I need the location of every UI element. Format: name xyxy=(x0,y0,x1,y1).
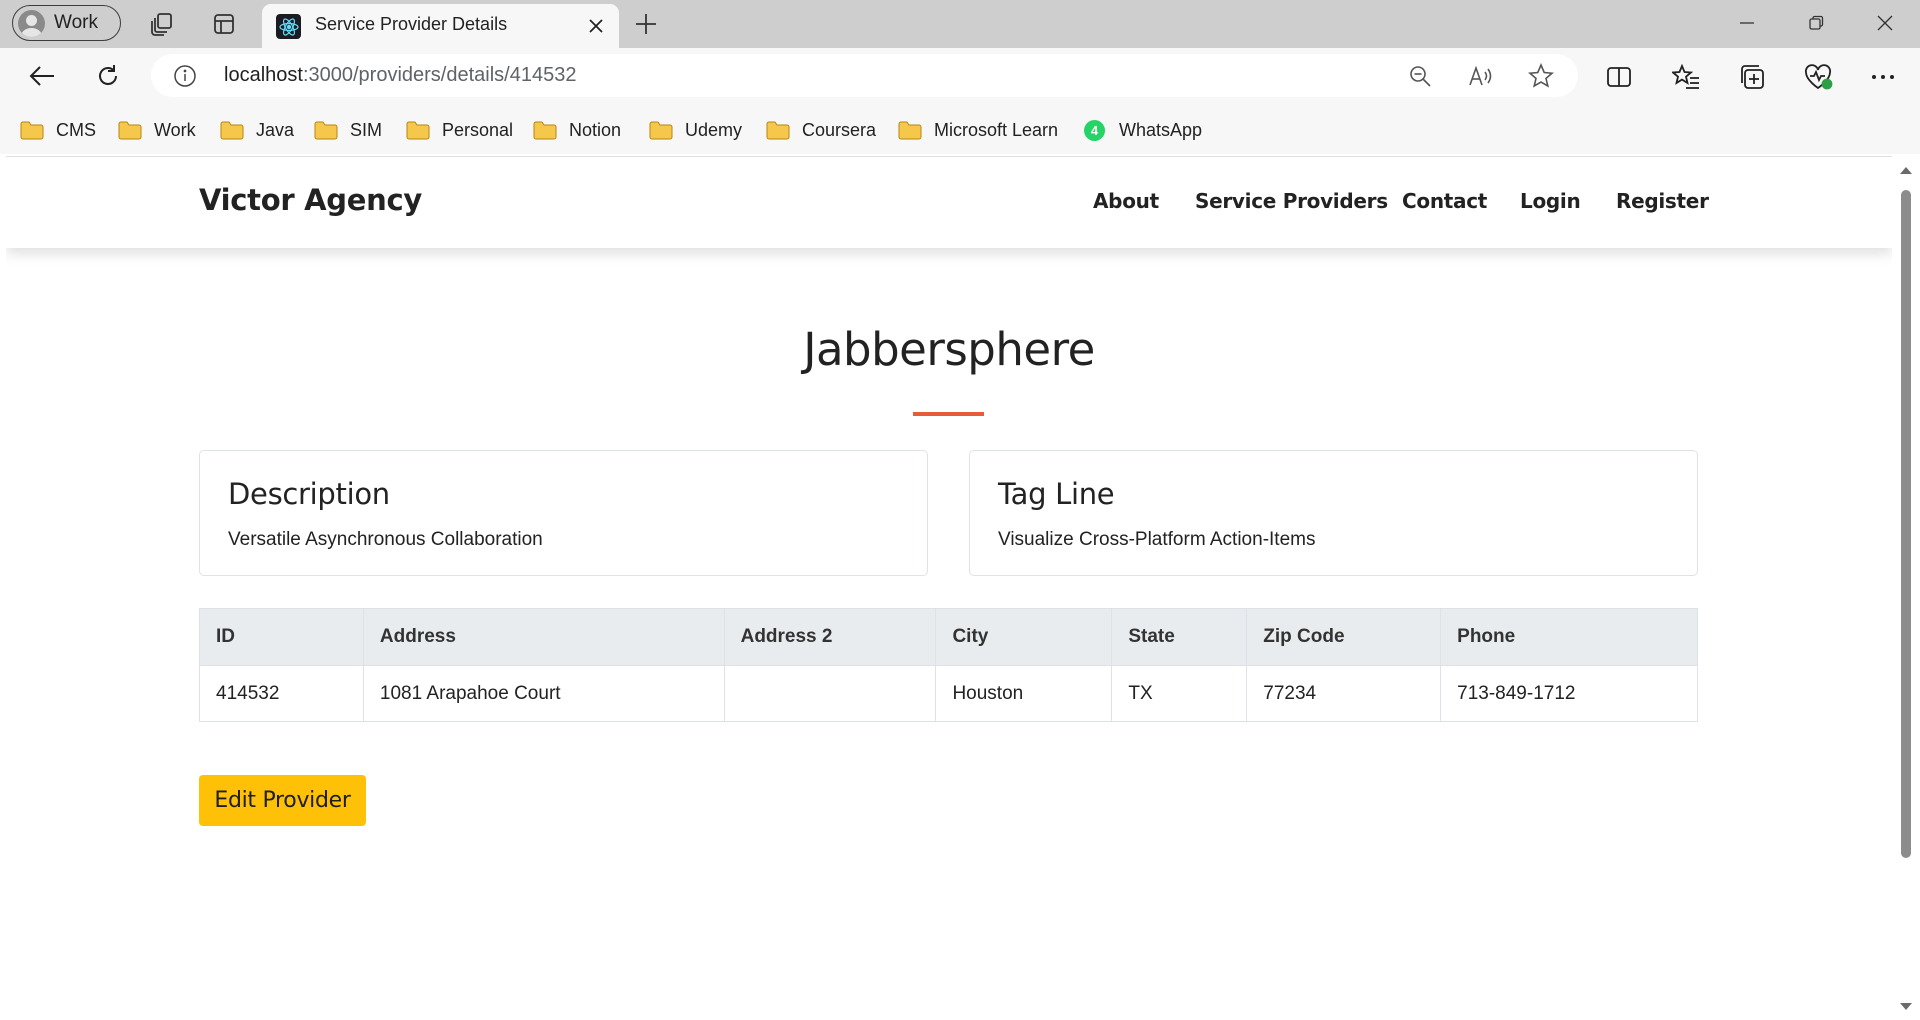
minimize-icon[interactable] xyxy=(1719,4,1775,42)
folder-icon xyxy=(118,121,142,139)
site-navbar: Victor Agency About Service Providers Co… xyxy=(6,157,1892,248)
zoom-out-icon[interactable] xyxy=(1407,63,1433,89)
profile-label: Work xyxy=(54,12,98,33)
scrollbar-thumb[interactable] xyxy=(1901,190,1911,858)
url-host: localhost xyxy=(224,64,303,86)
favorite-personal[interactable]: Personal xyxy=(406,117,513,143)
close-tab-icon[interactable] xyxy=(583,13,609,39)
favorite-sim[interactable]: SIM xyxy=(314,117,382,143)
nav-login[interactable]: Login xyxy=(1520,189,1581,213)
table-row: 414532 1081 Arapahoe Court Houston TX 77… xyxy=(199,665,1698,722)
collections-icon[interactable] xyxy=(1737,62,1767,92)
favorite-label: Work xyxy=(154,119,196,140)
tagline-card: Tag Line Visualize Cross-Platform Action… xyxy=(969,450,1698,576)
folder-icon xyxy=(766,121,790,139)
cell-id: 414532 xyxy=(199,665,364,722)
favorite-cms[interactable]: CMS xyxy=(20,117,96,143)
nav-service-providers[interactable]: Service Providers xyxy=(1195,189,1388,213)
favorite-java[interactable]: Java xyxy=(220,117,294,143)
favorite-label: WhatsApp xyxy=(1119,119,1203,140)
favorite-label: Java xyxy=(256,119,295,140)
description-card: Description Versatile Asynchronous Colla… xyxy=(199,450,928,576)
folder-icon xyxy=(314,121,338,139)
scroll-down-arrow-icon[interactable] xyxy=(1900,1003,1912,1010)
column-header-city: City xyxy=(935,608,1113,666)
page-scrollbar[interactable] xyxy=(1892,156,1920,1020)
close-window-icon[interactable] xyxy=(1857,4,1913,42)
split-screen-icon[interactable] xyxy=(1604,62,1634,92)
new-tab-icon[interactable] xyxy=(631,9,661,39)
browser-essentials-icon[interactable] xyxy=(1803,62,1833,92)
scroll-up-arrow-icon[interactable] xyxy=(1900,167,1912,174)
folder-icon xyxy=(20,121,44,139)
description-text: Versatile Asynchronous Collaboration xyxy=(228,529,543,550)
folder-icon xyxy=(898,121,922,139)
favorite-whatsapp[interactable]: 4 WhatsApp xyxy=(1084,117,1202,143)
cell-address-2 xyxy=(723,665,937,722)
tagline-title: Tag Line xyxy=(998,477,1115,511)
address-bar[interactable]: localhost:3000/providers/details/414532 xyxy=(151,54,1578,97)
cell-phone: 713-849-1712 xyxy=(1440,665,1698,722)
brand-logo[interactable]: Victor Agency xyxy=(199,183,422,217)
column-header-state: State xyxy=(1111,608,1248,666)
nav-contact[interactable]: Contact xyxy=(1402,189,1487,213)
page-viewport: Victor Agency About Service Providers Co… xyxy=(6,156,1892,1017)
browser-toolbar: localhost:3000/providers/details/414532 xyxy=(0,48,1920,104)
favorite-work[interactable]: Work xyxy=(118,117,196,143)
restore-icon[interactable] xyxy=(1788,4,1844,42)
favorites-bar: CMS Work Java SIM Personal Notion Udemy … xyxy=(0,104,1920,154)
profile-button[interactable]: Work xyxy=(12,5,121,41)
favorite-label: Notion xyxy=(569,119,622,140)
table-header-row: ID Address Address 2 City State Zip Code… xyxy=(199,608,1698,666)
url-text[interactable]: localhost:3000/providers/details/414532 xyxy=(224,64,576,87)
cell-state: TX xyxy=(1111,665,1248,722)
nav-register[interactable]: Register xyxy=(1616,189,1709,213)
tab-title: Service Provider Details xyxy=(315,14,508,34)
vertical-tabs-icon[interactable] xyxy=(210,10,238,38)
react-favicon-icon xyxy=(276,14,301,39)
favorite-microsoft-learn[interactable]: Microsoft Learn xyxy=(898,117,1058,143)
url-path: :3000/providers/details/414532 xyxy=(302,64,577,86)
edit-provider-button[interactable]: Edit Provider xyxy=(199,775,366,826)
provider-details-table: ID Address Address 2 City State Zip Code… xyxy=(199,608,1698,722)
read-aloud-icon[interactable] xyxy=(1468,63,1494,89)
nav-about[interactable]: About xyxy=(1093,189,1159,213)
column-header-address-2: Address 2 xyxy=(723,608,937,666)
cell-address: 1081 Arapahoe Court xyxy=(362,665,725,722)
more-options-icon[interactable] xyxy=(1868,62,1898,92)
favorite-label: Microsoft Learn xyxy=(934,119,1059,140)
tagline-text: Visualize Cross-Platform Action-Items xyxy=(998,529,1316,550)
favorite-coursera[interactable]: Coursera xyxy=(766,117,876,143)
column-header-id: ID xyxy=(199,608,364,666)
folder-icon xyxy=(649,121,673,139)
tab-service-provider-details[interactable]: Service Provider Details xyxy=(262,4,619,48)
column-header-address: Address xyxy=(362,608,725,666)
workspaces-icon[interactable] xyxy=(148,10,176,38)
page-title: Jabbersphere xyxy=(803,323,1095,376)
favorite-label: Udemy xyxy=(685,119,743,140)
cell-city: Houston xyxy=(935,665,1113,722)
favorite-udemy[interactable]: Udemy xyxy=(649,117,742,143)
browser-tab-strip: Work Service Provider Details xyxy=(0,0,1920,48)
back-icon[interactable] xyxy=(26,60,58,92)
refresh-icon[interactable] xyxy=(92,60,124,92)
title-underline xyxy=(913,412,984,416)
favorite-label: SIM xyxy=(350,119,383,140)
column-header-phone: Phone xyxy=(1440,608,1698,666)
column-header-zip-code: Zip Code xyxy=(1246,608,1442,666)
folder-icon xyxy=(220,121,244,139)
favorites-list-icon[interactable] xyxy=(1671,62,1701,92)
favorite-label: CMS xyxy=(56,119,96,140)
description-title: Description xyxy=(228,477,390,511)
site-info-icon[interactable] xyxy=(173,64,197,88)
folder-icon xyxy=(533,121,557,139)
folder-icon xyxy=(406,121,430,139)
whatsapp-icon: 4 xyxy=(1084,119,1105,141)
favorite-star-icon[interactable] xyxy=(1528,63,1554,89)
cell-zip-code: 77234 xyxy=(1246,665,1442,722)
avatar-icon xyxy=(18,9,45,37)
favorite-label: Personal xyxy=(442,119,514,140)
favorite-label: Coursera xyxy=(802,119,877,140)
favorite-notion[interactable]: Notion xyxy=(533,117,621,143)
